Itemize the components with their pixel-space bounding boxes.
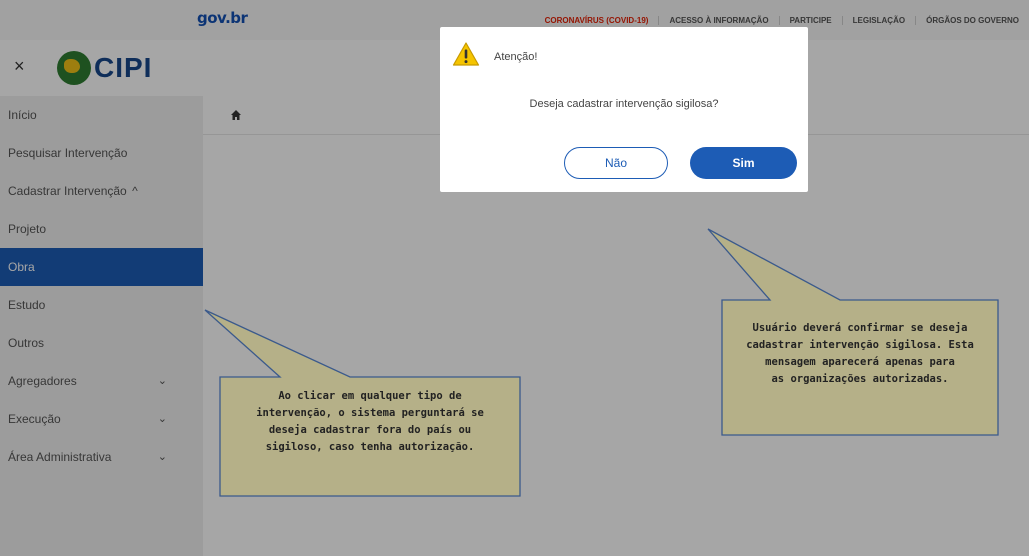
callout-line: mensagem aparecerá apenas para bbox=[765, 356, 955, 368]
callout-line: Ao clicar em qualquer tipo de bbox=[278, 390, 462, 402]
callout-line: cadastrar intervenção sigilosa. Esta bbox=[746, 339, 974, 351]
callout-line: deseja cadastrar fora do país ou bbox=[268, 424, 472, 436]
callout-line: sigiloso, caso tenha autorização. bbox=[265, 441, 475, 453]
callout-line: intervenção, o sistema perguntará se bbox=[256, 407, 484, 419]
page: gov.br CORONAVÍRUS (COVID-19) ACESSO À I… bbox=[0, 0, 1029, 556]
callout-line: as organizações autorizadas. bbox=[771, 373, 949, 385]
callout-right-text: Usuário deverá confirmar se deseja cadas… bbox=[724, 320, 996, 388]
callout-layer bbox=[204, 228, 999, 497]
callout-line: Usuário deverá confirmar se deseja bbox=[752, 322, 968, 334]
callout-left-text: Ao clicar em qualquer tipo de intervençã… bbox=[222, 388, 518, 456]
